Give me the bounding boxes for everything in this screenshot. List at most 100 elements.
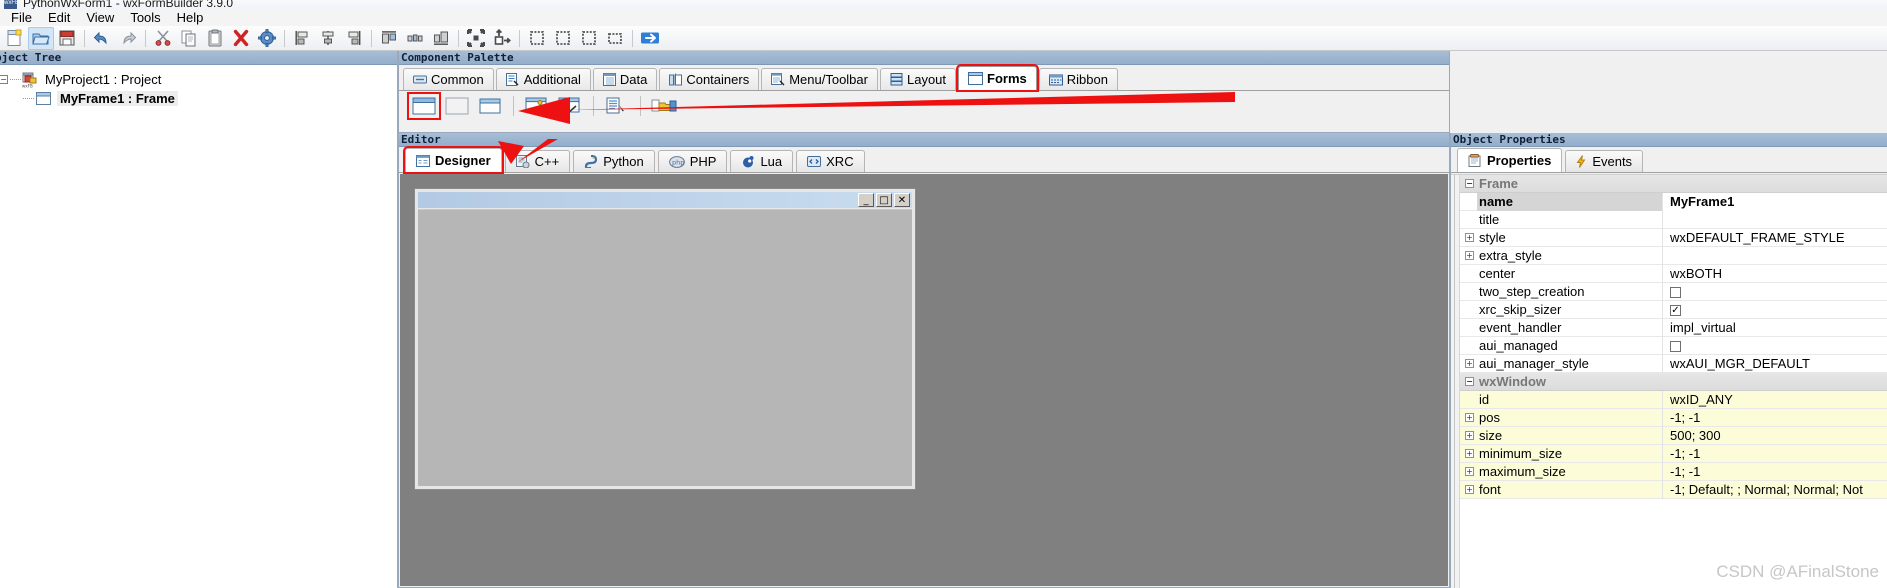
property-pos-value[interactable]: -1; -1 <box>1662 408 1887 427</box>
checkbox-checked-icon[interactable]: ✓ <box>1670 304 1681 316</box>
property-row-font[interactable]: + font -1; Default; ; Normal; Normal; No… <box>1460 480 1887 499</box>
editor-tab-lua[interactable]: Lua <box>730 150 794 172</box>
property-style-value[interactable]: wxDEFAULT_FRAME_STYLE <box>1662 228 1887 247</box>
align-center-vertical-icon[interactable] <box>315 27 341 50</box>
maximize-icon[interactable]: □ <box>876 193 892 207</box>
redo-arrow-icon[interactable] <box>115 27 141 50</box>
property-extra-style-value[interactable] <box>1662 246 1887 265</box>
palette-tool-wxmenubar[interactable] <box>602 94 632 118</box>
gear-icon[interactable] <box>254 27 280 50</box>
frame-preview[interactable]: _ □ ✕ <box>415 189 915 489</box>
property-row-pos[interactable]: + pos -1; -1 <box>1460 408 1887 427</box>
property-title-value[interactable] <box>1662 210 1887 229</box>
palette-tab-ribbon[interactable]: Ribbon <box>1038 68 1118 90</box>
property-maximum-size-value[interactable]: -1; -1 <box>1662 462 1887 481</box>
property-category-frame[interactable]: − Frame <box>1460 175 1887 193</box>
expander-minus-icon[interactable]: − <box>1465 377 1474 386</box>
dotted-border-left-icon[interactable] <box>524 27 550 50</box>
red-x-icon[interactable] <box>228 27 254 50</box>
property-row-minimum-size[interactable]: + minimum_size -1; -1 <box>1460 444 1887 463</box>
dotted-border-bottom-icon[interactable] <box>602 27 628 50</box>
align-top-icon[interactable] <box>376 27 402 50</box>
expander-plus-icon[interactable]: + <box>1465 251 1474 260</box>
property-row-id[interactable]: id wxID_ANY <box>1460 390 1887 409</box>
property-minimum-size-value[interactable]: -1; -1 <box>1662 444 1887 463</box>
property-center-value[interactable]: wxBOTH <box>1662 264 1887 283</box>
menu-help[interactable]: Help <box>169 9 212 26</box>
object-tree-body[interactable]: − wxFB MyProject1 : Project MyFrame1 : F… <box>0 65 397 588</box>
undo-arrow-icon[interactable] <box>89 27 115 50</box>
blue-arrow-icon[interactable] <box>637 27 663 50</box>
property-row-name[interactable]: name MyFrame1 <box>1460 192 1887 211</box>
dotted-border-top-icon[interactable] <box>576 27 602 50</box>
frame-preview-body[interactable] <box>418 210 912 486</box>
palette-tab-additional[interactable]: Additional <box>495 68 591 90</box>
property-name-value[interactable]: MyFrame1 <box>1662 192 1887 211</box>
minimize-icon[interactable]: _ <box>858 193 874 207</box>
palette-tab-layout[interactable]: Layout <box>879 68 957 90</box>
new-document-icon[interactable] <box>2 27 28 50</box>
save-floppy-icon[interactable] <box>54 27 80 50</box>
move-object-icon[interactable] <box>489 27 515 50</box>
property-xrc-skip-sizer-value[interactable]: ✓ <box>1662 300 1887 319</box>
palette-tool-wxpanel[interactable] <box>442 94 472 118</box>
property-row-extra-style[interactable]: + extra_style <box>1460 246 1887 265</box>
expand-arrows-icon[interactable] <box>463 27 489 50</box>
scissors-icon[interactable] <box>150 27 176 50</box>
expander-plus-icon[interactable]: + <box>1465 431 1474 440</box>
menu-file[interactable]: File <box>3 9 40 26</box>
property-grid[interactable]: − Frame name MyFrame1 title + style wxDE… <box>1451 174 1887 588</box>
palette-tool-wxframe[interactable] <box>407 92 441 120</box>
property-size-value[interactable]: 500; 300 <box>1662 426 1887 445</box>
menu-view[interactable]: View <box>78 9 122 26</box>
property-row-event-handler[interactable]: event_handler impl_virtual <box>1460 318 1887 337</box>
copy-icon[interactable] <box>176 27 202 50</box>
expander-minus-icon[interactable]: − <box>1465 179 1474 188</box>
expander-plus-icon[interactable]: + <box>1465 467 1474 476</box>
tree-node-frame[interactable]: MyFrame1 : Frame <box>0 89 397 108</box>
property-aui-managed-value[interactable] <box>1662 336 1887 355</box>
palette-tab-menu-toolbar[interactable]: Menu/Toolbar <box>761 68 878 90</box>
property-row-xrc-skip-sizer[interactable]: xrc_skip_sizer ✓ <box>1460 300 1887 319</box>
editor-tab-xrc[interactable]: XRC <box>796 150 865 172</box>
checkbox-unchecked-icon[interactable] <box>1670 340 1681 352</box>
property-font-value[interactable]: -1; Default; ; Normal; Normal; Not <box>1662 480 1887 499</box>
palette-tab-forms[interactable]: Forms <box>956 64 1039 92</box>
align-left-icon[interactable] <box>289 27 315 50</box>
editor-tab-designer[interactable]: Designer <box>403 146 504 174</box>
tab-events[interactable]: Events <box>1565 150 1644 172</box>
expander-plus-icon[interactable]: + <box>1465 485 1474 494</box>
close-icon[interactable]: ✕ <box>894 193 910 207</box>
dotted-border-right-icon[interactable] <box>550 27 576 50</box>
menu-edit[interactable]: Edit <box>40 9 78 26</box>
expander-plus-icon[interactable]: + <box>1465 359 1474 368</box>
expander-minus-icon[interactable]: − <box>0 75 8 84</box>
property-row-title[interactable]: title <box>1460 210 1887 229</box>
palette-tab-common[interactable]: Common <box>403 68 494 90</box>
property-row-center[interactable]: center wxBOTH <box>1460 264 1887 283</box>
palette-tool-wxwizardpage[interactable] <box>555 94 585 118</box>
palette-tool-wxfilepicker[interactable] <box>649 94 679 118</box>
property-row-aui-manager-style[interactable]: + aui_manager_style wxAUI_MGR_DEFAULT <box>1460 354 1887 373</box>
property-row-maximum-size[interactable]: + maximum_size -1; -1 <box>1460 462 1887 481</box>
designer-canvas[interactable]: _ □ ✕ <box>400 174 1448 586</box>
property-row-style[interactable]: + style wxDEFAULT_FRAME_STYLE <box>1460 228 1887 247</box>
editor-tab-php[interactable]: php PHP <box>657 150 728 172</box>
expander-plus-icon[interactable]: + <box>1465 449 1474 458</box>
align-bottom-icon[interactable] <box>428 27 454 50</box>
clipboard-icon[interactable] <box>202 27 228 50</box>
property-row-aui-managed[interactable]: aui_managed <box>1460 336 1887 355</box>
palette-tool-wxdialog[interactable] <box>475 94 505 118</box>
editor-tab-python[interactable]: Python <box>573 150 655 172</box>
expander-plus-icon[interactable]: + <box>1465 233 1474 242</box>
palette-tool-wxwizard[interactable] <box>522 94 552 118</box>
property-row-size[interactable]: + size 500; 300 <box>1460 426 1887 445</box>
property-row-two-step-creation[interactable]: two_step_creation <box>1460 282 1887 301</box>
editor-tab-cpp[interactable]: C++ <box>504 150 571 172</box>
checkbox-unchecked-icon[interactable] <box>1670 286 1681 298</box>
tree-node-project[interactable]: − wxFB MyProject1 : Project <box>0 70 397 89</box>
palette-tab-data[interactable]: Data <box>592 68 658 90</box>
property-id-value[interactable]: wxID_ANY <box>1662 390 1887 409</box>
property-event-handler-value[interactable]: impl_virtual <box>1662 318 1887 337</box>
property-aui-manager-style-value[interactable]: wxAUI_MGR_DEFAULT <box>1662 354 1887 373</box>
